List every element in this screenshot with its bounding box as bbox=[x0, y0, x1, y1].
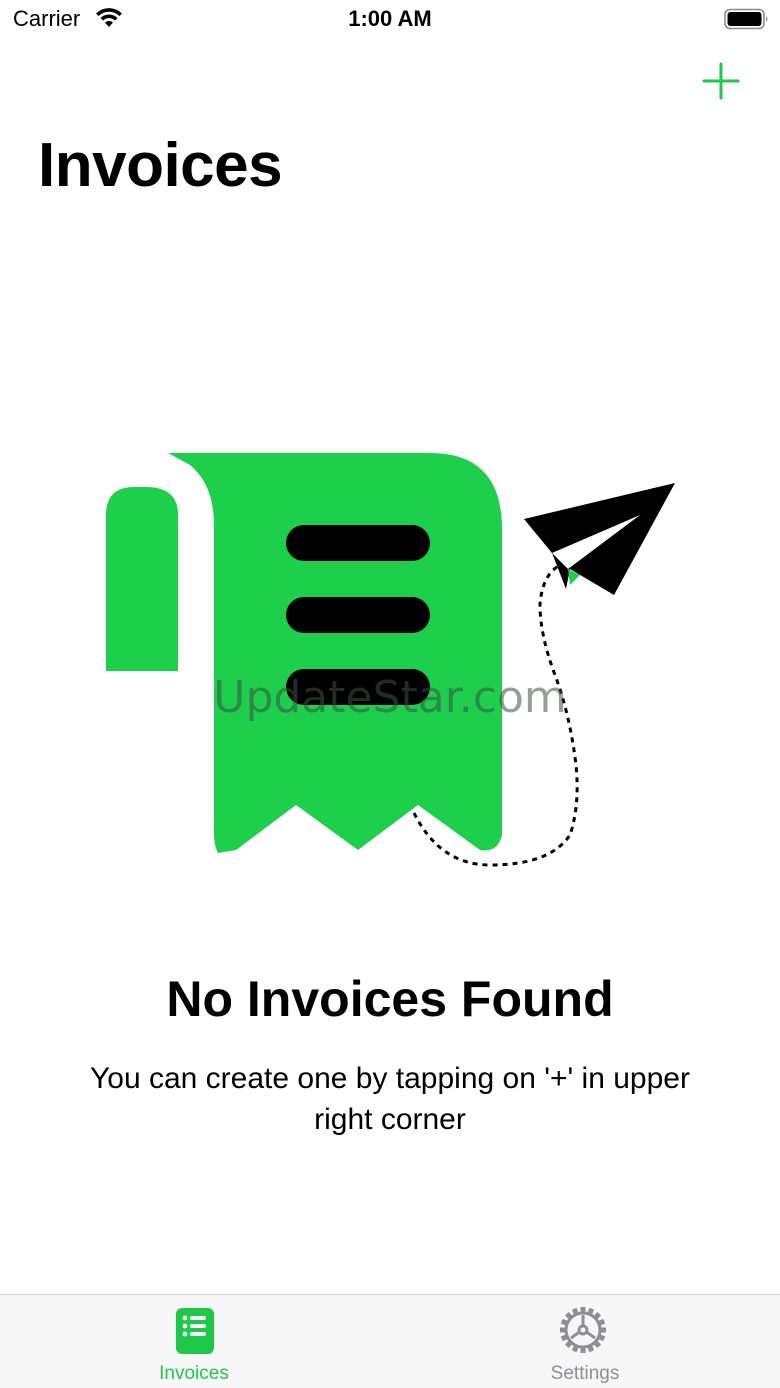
status-time: 1:00 AM bbox=[348, 6, 432, 31]
watermark: UpdateStar.com bbox=[213, 672, 567, 723]
status-bar: Carrier 1:00 AM bbox=[0, 0, 780, 40]
tab-settings[interactable]: Settings bbox=[390, 1295, 780, 1388]
plus-icon bbox=[702, 62, 740, 100]
gear-icon bbox=[560, 1307, 606, 1353]
empty-state-title: No Invoices Found bbox=[166, 971, 614, 1027]
empty-state-message: You can create one by tapping on '+' in … bbox=[90, 1062, 690, 1136]
tab-invoices[interactable]: Invoices bbox=[0, 1295, 390, 1388]
tab-bar: Invoices Settings bbox=[0, 1294, 780, 1388]
invoice-list-icon bbox=[176, 1308, 214, 1354]
invoice-receipt-paper-plane-illustration bbox=[106, 453, 675, 867]
page-title: Invoices bbox=[38, 131, 283, 200]
battery-icon bbox=[724, 8, 768, 30]
tab-settings-label: Settings bbox=[550, 1363, 620, 1384]
tab-invoices-label: Invoices bbox=[159, 1363, 229, 1384]
add-invoice-button[interactable] bbox=[700, 60, 742, 102]
